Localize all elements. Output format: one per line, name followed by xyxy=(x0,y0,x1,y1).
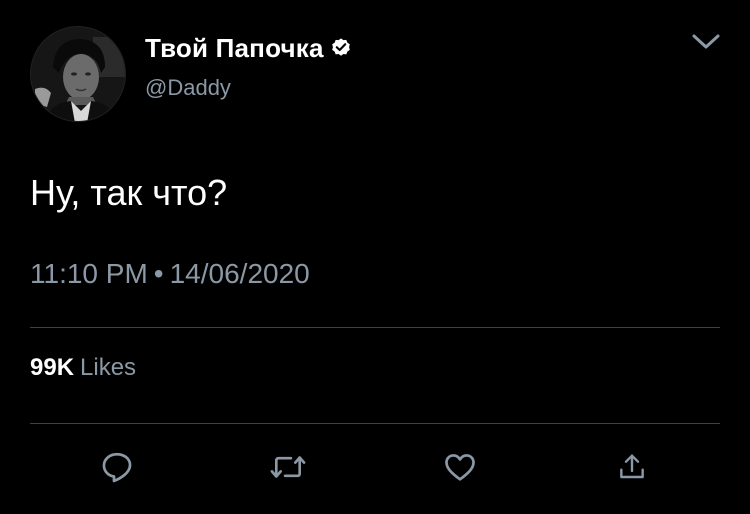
retweet-icon xyxy=(270,456,306,478)
divider xyxy=(30,423,720,424)
reply-icon xyxy=(102,452,132,483)
avatar[interactable] xyxy=(30,26,126,122)
tweet-time: 11:10 PM xyxy=(30,258,148,289)
heart-icon xyxy=(445,454,475,481)
tweet-date: 14/06/2020 xyxy=(169,258,310,289)
retweet-button[interactable] xyxy=(268,447,308,487)
likes-count: 99K xyxy=(30,354,75,381)
verified-badge-icon xyxy=(330,37,352,59)
display-name[interactable]: Твой Папочка xyxy=(145,33,324,64)
meta-separator: • xyxy=(153,258,164,289)
author-handle[interactable]: @Daddy xyxy=(145,75,231,101)
reply-button[interactable] xyxy=(97,447,137,487)
likes-stat[interactable]: 99K Likes xyxy=(30,354,136,382)
chevron-down-icon[interactable] xyxy=(690,30,722,54)
share-icon xyxy=(620,454,644,479)
tweet-text: Ну, так что? xyxy=(30,172,228,213)
tweet-card: Твой Папочка @Daddy Ну, так что? 11:10 P… xyxy=(0,0,750,514)
profile-photo-icon xyxy=(31,27,125,121)
likes-label: Likes xyxy=(80,354,137,381)
divider xyxy=(30,327,720,328)
author-name-row[interactable]: Твой Папочка xyxy=(145,33,352,63)
tweet-timestamp[interactable]: 11:10 PM • 14/06/2020 xyxy=(30,258,310,290)
like-button[interactable] xyxy=(440,447,480,487)
share-button[interactable] xyxy=(612,447,652,487)
